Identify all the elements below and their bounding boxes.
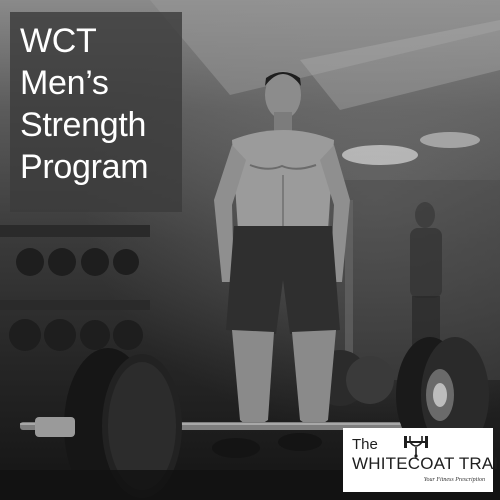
logo-name-text: WHITECOAT TRAINER <box>352 454 500 473</box>
logo-tagline: Your Fitness Prescription <box>423 477 485 483</box>
title-line: Program <box>20 148 149 186</box>
title-line: WCT <box>20 22 97 60</box>
whitecoat-trainer-logo: The WHITECOAT TRAINER Your Fitness Presc… <box>343 428 500 492</box>
logo-the-text: The <box>352 436 378 453</box>
title-line: Men’s <box>20 64 109 102</box>
title-line: Strength <box>20 106 147 144</box>
program-title-box: WCT Men’s Strength Program <box>10 12 182 212</box>
promo-image: WCT Men’s Strength Program The WHITECOAT… <box>0 0 500 500</box>
